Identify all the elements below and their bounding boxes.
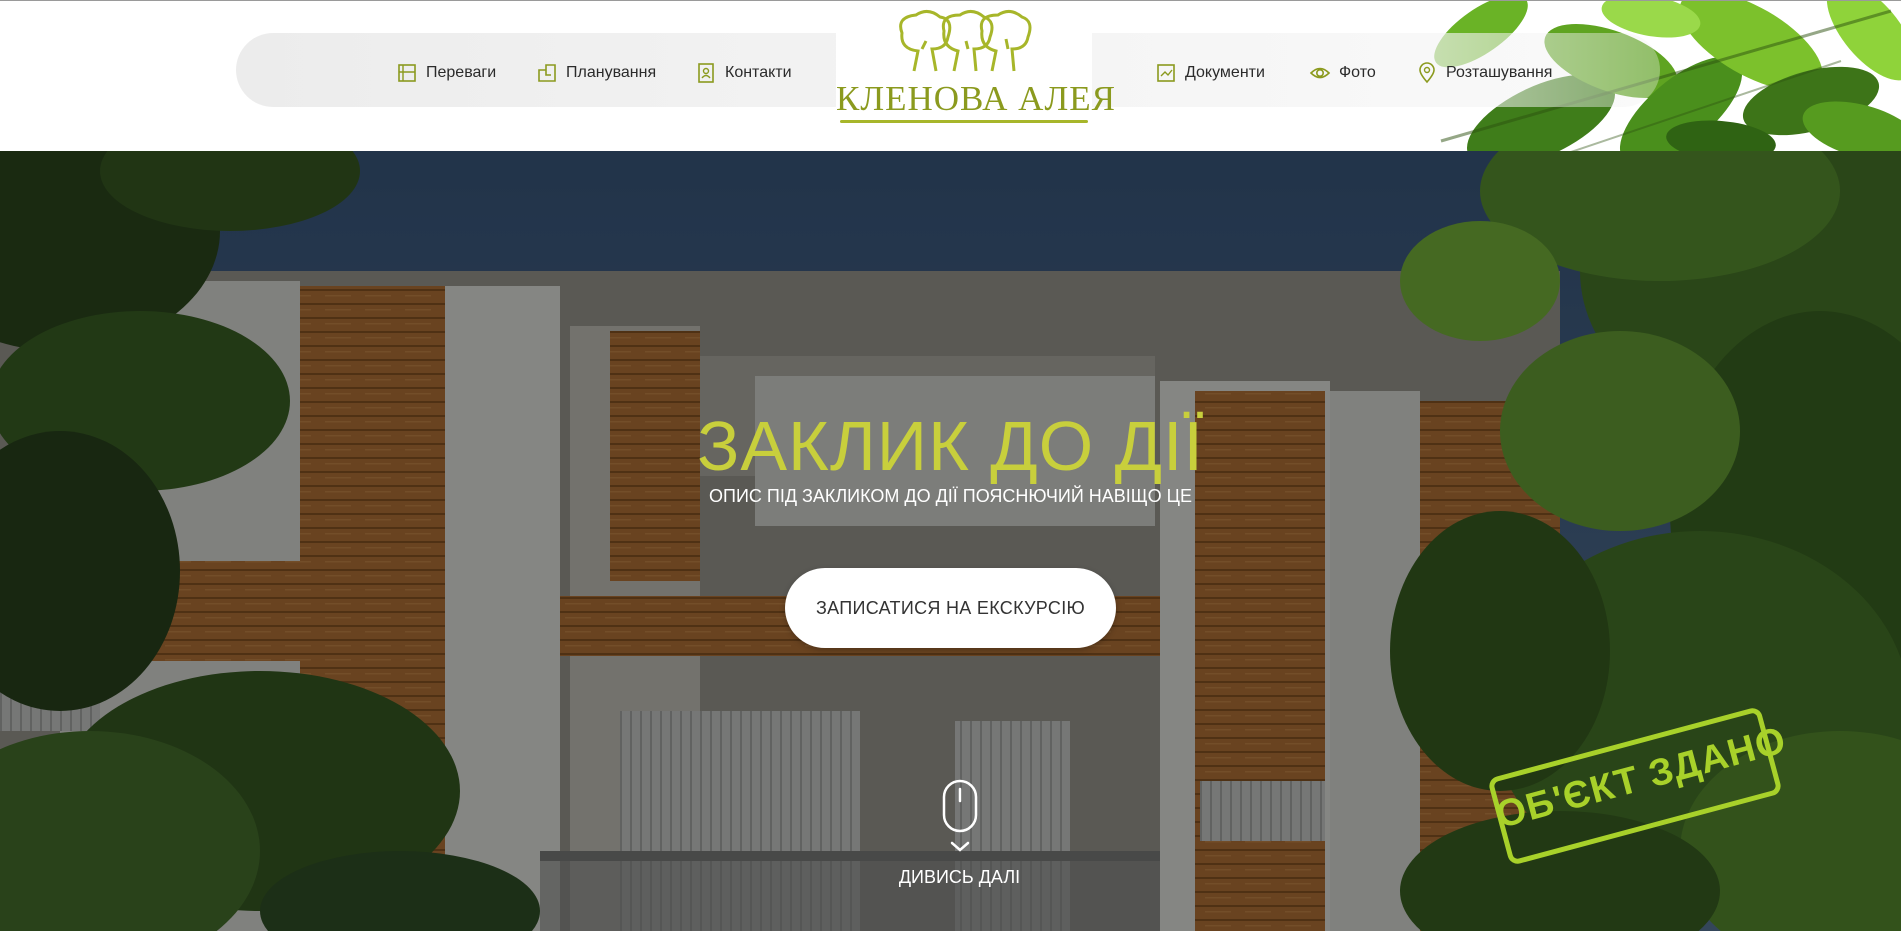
eye-icon (1309, 67, 1331, 79)
map-pin-icon (1419, 62, 1435, 84)
contacts-icon (698, 63, 714, 83)
hero-subtitle: ОПИС ПІД ЗАКЛИКОМ ДО ДІЇ ПОЯСНЮЧИЙ НАВІЩ… (709, 486, 1192, 506)
logo-text: КЛЕНОВА АЛЕЯ (836, 79, 1116, 118)
site-logo[interactable]: КЛЕНОВА АЛЕЯ (836, 9, 1116, 123)
mouse-scroll-icon (942, 779, 978, 852)
floorplan-icon (538, 64, 556, 82)
hero-title: ЗАКЛИК ДО ДІЇ (697, 407, 1204, 485)
scroll-down-label: ДИВИСЬ ДАЛІ (898, 867, 1021, 887)
nav-link-location-label: Розташування (1446, 64, 1553, 81)
nav-link-floorplans[interactable]: Планування (536, 60, 656, 86)
nav-link-photo-label: Фото (1339, 64, 1376, 81)
documents-icon (1157, 64, 1175, 82)
nav-link-contacts-label: Контакти (725, 64, 792, 81)
advantages-icon (398, 64, 416, 82)
book-tour-button[interactable]: ЗАПИСАТИСЯ НА ЕКСКУРСІЮ (785, 568, 1116, 648)
nav-link-floorplans-label: Планування (566, 64, 657, 81)
hero-section: ЗАКЛИК ДО ДІЇ ОПИС ПІД ЗАКЛИКОМ ДО ДІЇ П… (0, 151, 1901, 931)
nav-link-documents-label: Документи (1185, 64, 1265, 81)
site-header: Переваги Планування Контакти КЛЕНОВА АЛЕ… (0, 0, 1901, 151)
nav-link-advantages-label: Переваги (426, 64, 497, 81)
nav-link-photo[interactable]: Фото (1309, 60, 1376, 86)
logo-trees-icon (899, 10, 1032, 72)
nav-link-documents[interactable]: Документи (1155, 60, 1265, 86)
logo-underline (840, 120, 1088, 123)
nav-link-contacts[interactable]: Контакти (695, 60, 792, 86)
nav-link-advantages[interactable]: Переваги (396, 60, 496, 86)
nav-link-location[interactable]: Розташування (1416, 60, 1552, 86)
